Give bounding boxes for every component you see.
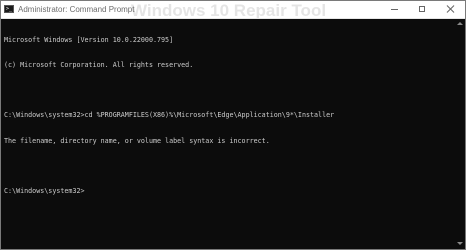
console-line-prompt[interactable]: C:\Windows\system32> [4,187,465,195]
console-line-blank-2 [4,162,465,170]
minimize-icon [391,9,398,10]
close-icon [446,4,456,14]
command-prompt-window: Windows 10 Repair Tool >_ Administrator:… [0,0,466,250]
console-line-version: Microsoft Windows [Version 10.0.22000.79… [4,35,174,44]
title-bar[interactable]: Windows 10 Repair Tool >_ Administrator:… [1,1,465,19]
maximize-icon [419,6,425,12]
console-line-copyright: (c) Microsoft Corporation. All rights re… [4,61,194,70]
maximize-button[interactable] [409,1,437,18]
command-prompt-icon: >_ [4,5,14,13]
console-line-blank [4,86,465,94]
console-output[interactable]: Microsoft Windows [Version 10.0.22000.79… [4,19,465,249]
window-title: Administrator: Command Prompt [18,5,135,14]
close-button[interactable] [437,1,465,18]
vertical-scrollbar[interactable] [456,19,464,248]
window-controls [381,1,465,18]
minimize-button[interactable] [381,1,409,18]
console-line-command: C:\Windows\system32>cd %PROGRAMFILES(X86… [4,111,335,120]
console-line-error: The filename, directory name, or volume … [4,136,270,145]
background-ghost-text: Windows 10 Repair Tool [131,1,327,19]
scroll-down-arrow-icon[interactable] [457,242,463,245]
scroll-up-arrow-icon[interactable] [457,22,463,25]
prompt-text: C:\Windows\system32> [4,187,85,196]
